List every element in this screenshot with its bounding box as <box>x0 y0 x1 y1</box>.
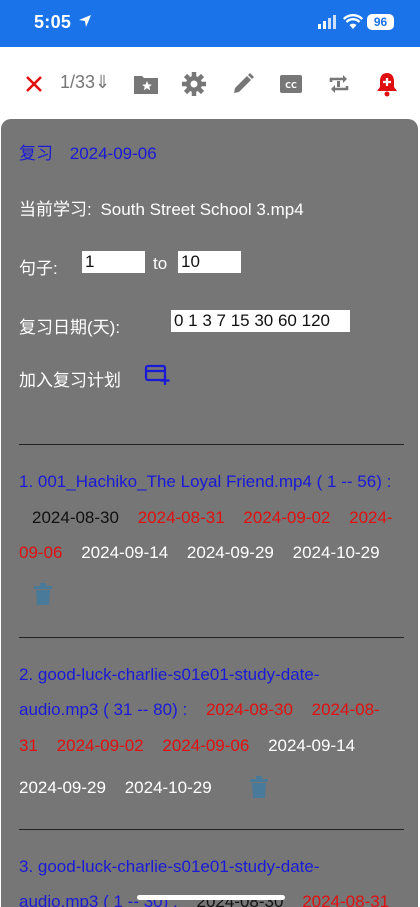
sentence-label: 句子: <box>19 259 58 278</box>
review-date-item: 2024-08-31 <box>302 892 390 907</box>
review-date-item: 09-06 <box>19 543 63 562</box>
review-label: 复习 <box>19 144 53 163</box>
location-arrow-icon <box>79 15 91 27</box>
status-time: 5:05 <box>34 12 72 32</box>
add-alarm-button[interactable] <box>374 69 400 99</box>
repeat-icon <box>329 75 349 93</box>
close-icon <box>26 76 42 92</box>
current-study-label: 当前学习: <box>19 200 92 219</box>
entry-3-title-line1[interactable]: 3. good-luck-charlie-s01e01-study-date- <box>19 857 320 877</box>
sort-down-icon: ⇓ <box>95 72 111 92</box>
review-header: 复习 2024-09-06 <box>19 139 157 164</box>
svg-text:CC: CC <box>285 81 297 90</box>
entry-1-dates-line2: 09-06 2024-09-14 2024-09-29 2024-10-29 <box>19 543 394 563</box>
divider <box>19 829 404 830</box>
battery-indicator: 96 <box>367 14 394 30</box>
review-date-item: 2024-09-29 <box>19 778 106 797</box>
review-sheet: 复习 2024-09-06 当前学习: South Street School … <box>1 119 418 907</box>
sentence-to-input[interactable]: 10 <box>178 251 241 273</box>
trash-icon <box>250 776 268 798</box>
review-date-item: 2024-09-06 <box>162 736 250 755</box>
review-date-item: 2024-10-29 <box>292 543 380 562</box>
repeat-button[interactable] <box>326 69 352 99</box>
closed-captions-icon: CC <box>280 75 302 93</box>
review-date-item: 2024-09-02 <box>56 736 144 755</box>
gear-icon <box>182 72 206 96</box>
entry-2-line2: audio.mp3 ( 31 -- 80) : 2024-08-30 2024-… <box>19 700 394 720</box>
sentence-to-label: to <box>153 254 168 273</box>
entry-1-title[interactable]: 1. 001_Hachiko_The Loyal Friend.mp4 ( 1 … <box>19 472 391 492</box>
review-date-item: 2024-08-30 <box>32 508 119 527</box>
trash-icon <box>34 583 52 605</box>
cellular-signal-icon <box>318 15 336 29</box>
current-study-row: 当前学习: South Street School 3.mp4 <box>19 195 304 220</box>
favorites-folder-button[interactable] <box>132 69 160 99</box>
review-date-item: 2024-10-29 <box>124 778 212 797</box>
card-add-icon <box>144 364 170 385</box>
entry-2-dates-line3: 31 2024-09-02 2024-09-06 2024-09-14 <box>19 736 369 756</box>
entry-2-dates-line4: 2024-09-29 2024-10-29 <box>19 778 226 798</box>
review-date[interactable]: 2024-09-06 <box>70 144 157 163</box>
wifi-icon <box>343 14 363 29</box>
review-date-item: 2024-09-29 <box>186 543 274 562</box>
edit-button[interactable] <box>230 69 256 99</box>
review-date-item: 31 <box>19 736 38 755</box>
pencil-icon <box>234 73 254 93</box>
review-date-item: 2024-08-31 <box>137 508 225 527</box>
folder-star-icon <box>134 76 158 94</box>
toolbar: 1/33⇓ CC <box>0 47 420 120</box>
review-days-input[interactable]: 0 1 3 7 15 30 60 120 <box>171 310 350 332</box>
add-plan-label: 加入复习计划 <box>19 371 121 390</box>
current-study-file: South Street School 3.mp4 <box>100 200 304 219</box>
review-date-item: 2024-09-14 <box>81 543 169 562</box>
bell-plus-icon <box>377 73 397 97</box>
status-bar: 5:05 96 <box>0 0 420 47</box>
review-date-item: 2024-09-02 <box>243 508 331 527</box>
item-counter[interactable]: 1/33⇓ <box>60 72 110 93</box>
review-date-item: 2024- <box>349 508 393 527</box>
captions-button[interactable]: CC <box>278 69 304 99</box>
entry-2-title-line2[interactable]: audio.mp3 ( 31 -- 80) : <box>19 700 187 719</box>
review-date-item: 2024-08- <box>311 700 380 719</box>
sentence-from-input[interactable]: 1 <box>82 251 145 273</box>
review-date-item: 2024-09-14 <box>268 736 356 755</box>
entry-2-title-line1[interactable]: 2. good-luck-charlie-s01e01-study-date- <box>19 665 320 685</box>
settings-button[interactable] <box>180 69 208 99</box>
review-days-label: 复习日期(天): <box>19 318 121 337</box>
delete-entry-1-button[interactable] <box>34 583 52 605</box>
delete-entry-2-button[interactable] <box>250 776 268 798</box>
divider <box>19 444 404 445</box>
review-date-item: 2024-08-30 <box>205 700 293 719</box>
counter-text: 1/33 <box>60 72 96 92</box>
entry-1-dates-line1: 2024-08-30 2024-08-31 2024-09-02 2024- <box>32 508 407 528</box>
home-indicator <box>137 895 285 900</box>
divider <box>19 637 404 638</box>
add-plan-button[interactable] <box>144 364 170 386</box>
close-button[interactable] <box>22 69 46 99</box>
